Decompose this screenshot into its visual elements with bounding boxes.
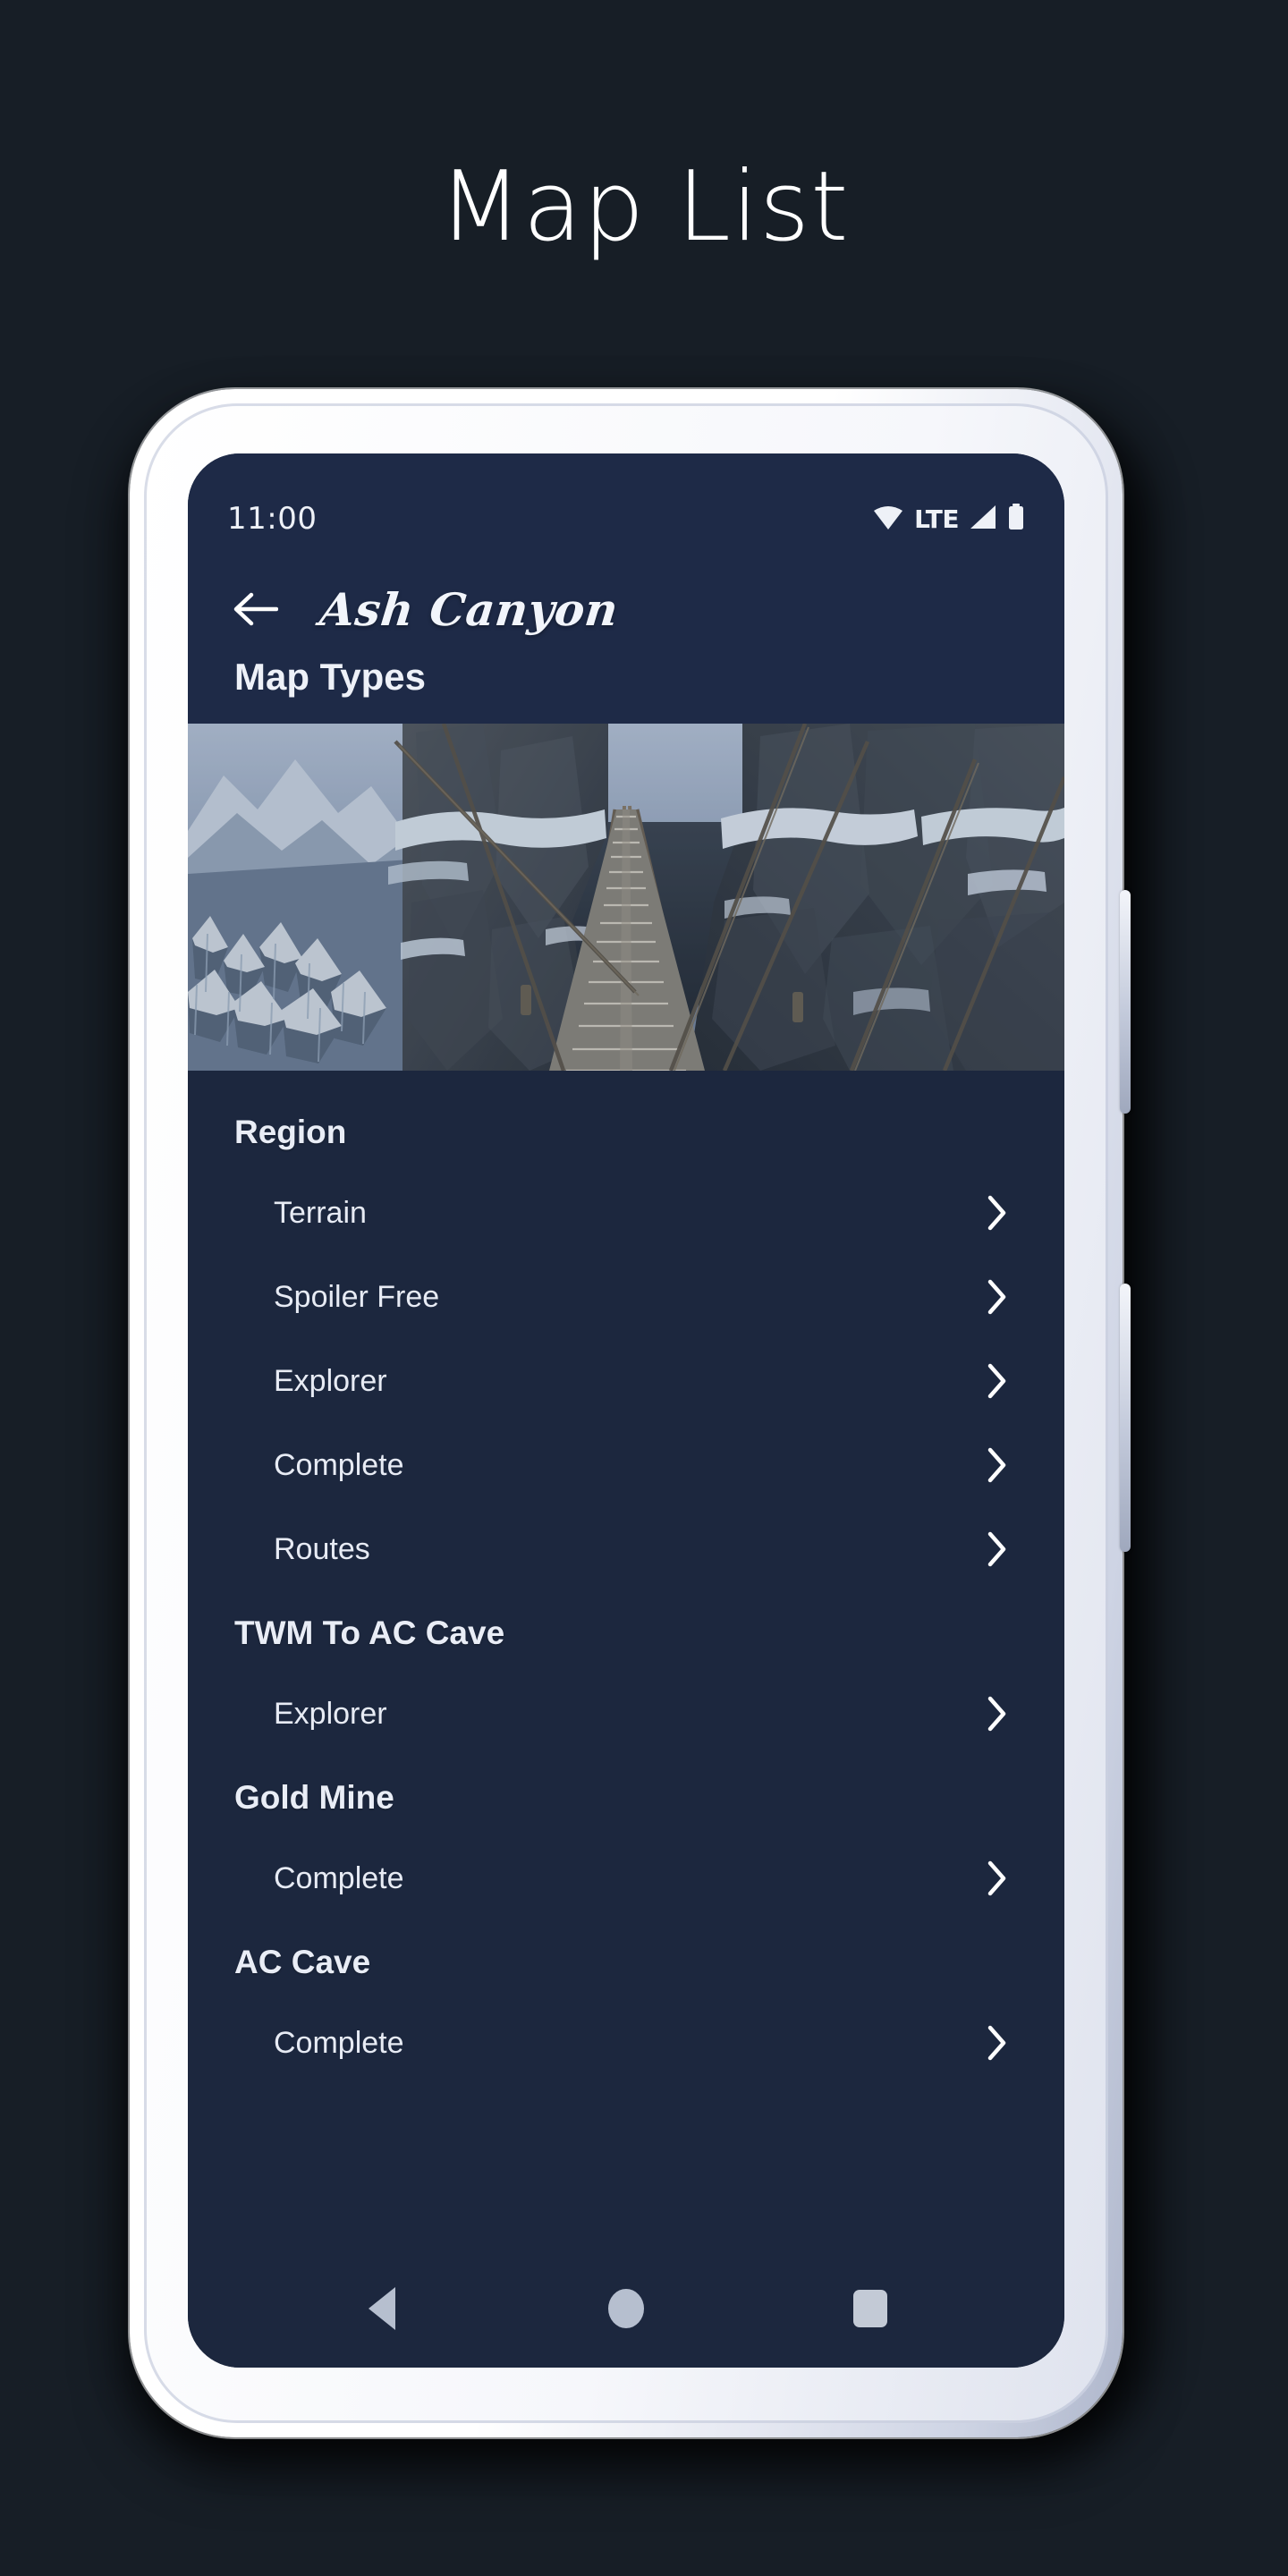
power-button[interactable] bbox=[1120, 890, 1131, 1114]
wifi-icon bbox=[873, 504, 903, 534]
chevron-right-icon[interactable] bbox=[986, 2023, 1009, 2063]
list-item-label: Explorer bbox=[274, 1363, 387, 1398]
section-header-region: Region bbox=[234, 1114, 347, 1150]
list-item-label: Complete bbox=[274, 1860, 404, 1895]
chevron-right-icon[interactable] bbox=[986, 1694, 1009, 1733]
nav-back-button[interactable] bbox=[333, 2266, 431, 2351]
list-item-label: Spoiler Free bbox=[274, 1279, 440, 1314]
list-item-explorer[interactable]: Explorer bbox=[188, 1339, 1064, 1423]
square-icon bbox=[853, 2290, 888, 2327]
chevron-right-icon[interactable] bbox=[986, 1361, 1009, 1401]
app-bar-subtitle: Map Types bbox=[234, 656, 426, 698]
chevron-right-icon[interactable] bbox=[986, 1530, 1009, 1569]
battery-icon bbox=[1007, 503, 1025, 535]
volume-button[interactable] bbox=[1120, 1284, 1131, 1552]
list-item-label: Explorer bbox=[274, 1696, 387, 1731]
section-header-ac-cave: AC Cave bbox=[234, 1944, 371, 1980]
list-item-label: Terrain bbox=[274, 1195, 367, 1230]
app-bar: Ash Canyon Map Types bbox=[188, 559, 1064, 724]
chevron-right-icon[interactable] bbox=[986, 1445, 1009, 1485]
list-item-complete[interactable]: Complete bbox=[188, 1423, 1064, 1507]
android-nav-bar bbox=[188, 2250, 1064, 2368]
triangle-left-icon bbox=[368, 2287, 395, 2330]
phone-screen: 11:00 LTE Ash Canyon Map Types Region Te… bbox=[188, 453, 1064, 2368]
nav-recents-button[interactable] bbox=[821, 2266, 919, 2351]
page-root: Map List 11:00 LTE Ash Canyon Map Types … bbox=[0, 0, 1288, 2576]
app-bar-row: Ash Canyon bbox=[188, 563, 1064, 656]
list-item-twm-explorer[interactable]: Explorer bbox=[188, 1672, 1064, 1756]
list-item-gold-mine-complete[interactable]: Complete bbox=[188, 1836, 1064, 1920]
status-icon-group: LTE bbox=[873, 503, 1025, 535]
app-bar-title: Ash Canyon bbox=[317, 582, 622, 636]
list-item-routes[interactable]: Routes bbox=[188, 1507, 1064, 1591]
chevron-right-icon[interactable] bbox=[986, 1193, 1009, 1233]
phone-frame: 11:00 LTE Ash Canyon Map Types Region Te… bbox=[130, 389, 1131, 2437]
hero-image bbox=[188, 724, 1064, 1071]
lte-label: LTE bbox=[914, 504, 959, 534]
list-item-label: Routes bbox=[274, 1531, 370, 1566]
status-bar: 11:00 LTE bbox=[188, 453, 1064, 559]
list-item-label: Complete bbox=[274, 1447, 404, 1482]
chevron-right-icon[interactable] bbox=[986, 1859, 1009, 1898]
list-item-spoiler-free[interactable]: Spoiler Free bbox=[188, 1255, 1064, 1339]
circle-icon bbox=[607, 2289, 644, 2328]
map-types-list: Region Terrain Spoiler Free Explorer Com… bbox=[188, 1071, 1064, 2250]
section-header-gold-mine: Gold Mine bbox=[234, 1779, 394, 1816]
signal-icon bbox=[970, 504, 996, 534]
nav-home-button[interactable] bbox=[577, 2266, 675, 2351]
page-title: Map List bbox=[438, 151, 850, 263]
list-item-ac-cave-complete[interactable]: Complete bbox=[188, 2001, 1064, 2085]
status-time: 11:00 bbox=[227, 501, 318, 537]
list-item-terrain[interactable]: Terrain bbox=[188, 1171, 1064, 1255]
arrow-left-icon[interactable] bbox=[218, 572, 292, 646]
list-item-label: Complete bbox=[274, 2025, 404, 2060]
section-header-twm-to-ac-cave: TWM To AC Cave bbox=[234, 1614, 505, 1651]
chevron-right-icon[interactable] bbox=[986, 1277, 1009, 1317]
